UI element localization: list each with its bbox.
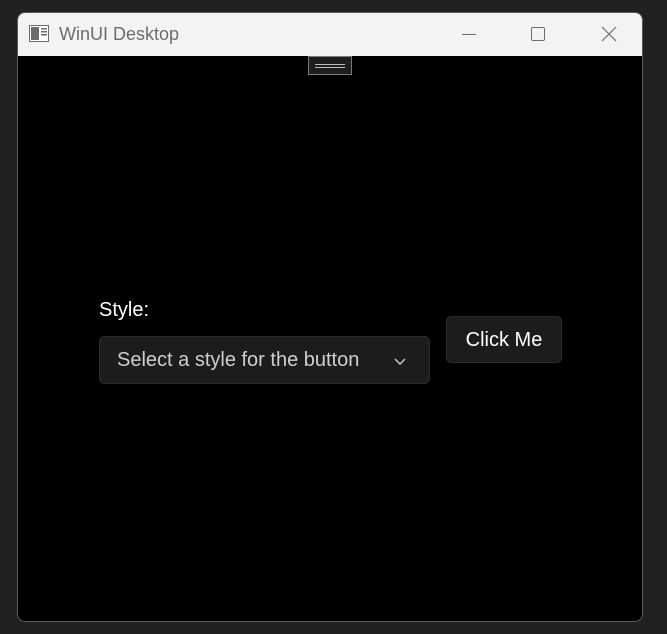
click-me-label: Click Me <box>465 329 543 351</box>
maximize-button[interactable] <box>503 13 573 56</box>
close-button[interactable] <box>573 13 642 56</box>
window-title: WinUI Desktop <box>59 24 180 44</box>
minimize-button[interactable] <box>434 13 504 56</box>
combo-placeholder: Select a style for the button <box>117 349 360 371</box>
app-window-icon <box>29 25 49 42</box>
click-me-button[interactable]: Click Me <box>446 316 562 363</box>
chevron-down-icon <box>393 354 407 365</box>
drag-handle-icon[interactable] <box>308 56 352 75</box>
style-label: Style: <box>99 299 150 321</box>
title-bar[interactable]: WinUI Desktop <box>18 13 642 56</box>
app-window: WinUI Desktop Style: Select a style for … <box>17 12 643 622</box>
style-combobox[interactable]: Select a style for the button <box>99 336 430 384</box>
